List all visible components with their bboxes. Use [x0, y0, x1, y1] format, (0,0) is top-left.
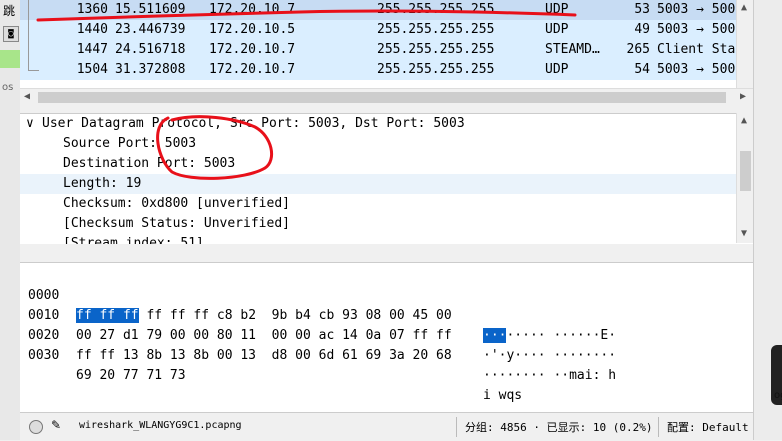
- detail-field-text: Destination Port: 5003: [63, 156, 236, 171]
- detail-field-text: [Stream index: 51]: [63, 236, 204, 244]
- right-strip-text: og: [774, 390, 782, 401]
- status-indicator-icon[interactable]: [29, 420, 43, 434]
- packet-number: 1440: [76, 22, 108, 37]
- packet-stats: 分组: 4856 · 已显示: 10 (0.2%): [465, 421, 653, 434]
- window-button[interactable]: ◙: [3, 26, 19, 42]
- packet-bytes-pane: 0000 ff ff ff ff ff ff c8 b2 9b b4 cb 93…: [20, 262, 753, 413]
- detail-field-text: [Checksum Status: Unverified]: [63, 216, 290, 231]
- packet-list-horizontal-scrollbar[interactable]: ◀ ▶: [20, 88, 753, 106]
- packet-time: 23.446739: [115, 22, 186, 37]
- detail-field-checksum[interactable]: Checksum: 0xd800 [unverified]: [20, 194, 753, 214]
- detail-field-text: Length: 19: [63, 176, 142, 191]
- left-window-strip: 跳 ◙ os: [0, 0, 20, 440]
- packet-destination: 255.255.255.255: [377, 2, 495, 17]
- detail-field-stream-index[interactable]: [Stream index: 51]: [20, 234, 753, 244]
- packet-time: 15.511609: [115, 2, 186, 17]
- status-divider: [658, 417, 659, 437]
- packet-source: 172.20.10.7: [209, 42, 296, 57]
- packet-row[interactable]: 1440 23.446739 172.20.10.5 255.255.255.2…: [20, 20, 753, 40]
- detail-field-checksum-status[interactable]: [Checksum Status: Unverified]: [20, 214, 753, 234]
- packet-protocol: STEAMD…: [545, 42, 600, 57]
- packet-row[interactable]: 1504 31.372808 172.20.10.7 255.255.255.2…: [20, 60, 753, 80]
- scroll-down-icon[interactable]: ▼: [741, 228, 747, 239]
- status-bar: ✎ wireshark_WLANGYG9C1.pcapng 分组: 4856 ·…: [20, 412, 753, 441]
- packet-destination: 255.255.255.255: [377, 42, 495, 57]
- byte-offset: 0030: [28, 348, 60, 363]
- scroll-up-icon[interactable]: ▲: [741, 2, 747, 13]
- ascii-bytes: ········ ··mai: h: [483, 368, 617, 383]
- packet-row[interactable]: 1447 24.516718 172.20.10.7 255.255.255.2…: [20, 40, 753, 60]
- expand-icon[interactable]: ∨: [26, 114, 34, 134]
- packet-number: 1360: [76, 2, 108, 17]
- details-vertical-scrollbar[interactable]: ▲ ▼: [736, 113, 754, 243]
- bytes-row[interactable]: 0010 00 27 d1 79 00 00 80 11 00 00 ac 14…: [20, 286, 753, 363]
- packet-number: 1447: [76, 42, 108, 57]
- packet-protocol: UDP: [545, 2, 569, 17]
- packet-destination: 255.255.255.255: [377, 22, 495, 37]
- packet-number: 1504: [76, 62, 108, 77]
- detail-field-source-port[interactable]: Source Port: 5003: [20, 134, 753, 154]
- packet-details-pane: ∨ User Datagram Protocol, Src Port: 5003…: [20, 113, 753, 244]
- window-glyph: 跳: [3, 4, 16, 18]
- detail-field-text: Source Port: 5003: [63, 136, 197, 151]
- udp-tree-header[interactable]: ∨ User Datagram Protocol, Src Port: 5003…: [20, 114, 753, 134]
- detail-field-destination-port[interactable]: Destination Port: 5003: [20, 154, 753, 174]
- udp-header-label: User Datagram Protocol, Src Port: 5003, …: [42, 116, 465, 131]
- capture-file-name: wireshark_WLANGYG9C1.pcapng: [79, 420, 242, 431]
- packet-protocol: UDP: [545, 22, 569, 37]
- hex-bytes: 69 20 77 71 73: [76, 368, 186, 383]
- bytes-row[interactable]: 0000 ff ff ff ff ff ff c8 b2 9b b4 cb 93…: [20, 266, 753, 343]
- packet-time: 24.516718: [115, 42, 186, 57]
- packet-source: 172.20.10.7: [209, 2, 296, 17]
- packet-length: 49: [634, 22, 650, 37]
- bytes-row[interactable]: 0030 69 20 77 71 73 i wqs: [20, 326, 753, 403]
- scroll-right-icon[interactable]: ▶: [740, 91, 746, 102]
- packet-protocol: UDP: [545, 62, 569, 77]
- scroll-up-icon[interactable]: ▲: [741, 115, 747, 126]
- packet-row[interactable]: 1360 15.511609 172.20.10.7 255.255.255.2…: [20, 0, 753, 20]
- packet-length: 265: [626, 42, 650, 57]
- packet-source: 172.20.10.5: [209, 22, 296, 37]
- filter-bar-indicator: [0, 50, 20, 68]
- packet-time: 31.372808: [115, 62, 186, 77]
- scroll-left-icon[interactable]: ◀: [24, 91, 30, 102]
- left-strip-text: os: [2, 82, 14, 93]
- detail-field-text: Checksum: 0xd800 [unverified]: [63, 196, 290, 211]
- status-divider: [456, 417, 457, 437]
- profile-selector[interactable]: 配置: Default: [667, 419, 749, 435]
- capture-comment-icon[interactable]: ✎: [51, 418, 61, 432]
- packet-destination: 255.255.255.255: [377, 62, 495, 77]
- packet-info: 5003 → 5003: [657, 22, 744, 37]
- packet-list: 1360 15.511609 172.20.10.7 255.255.255.2…: [20, 0, 753, 88]
- packet-length: 53: [634, 2, 650, 17]
- packet-info: 5003 → 5003: [657, 62, 744, 77]
- hex-bytes: ff ff 13 8b 13 8b 00 13 d8 00 6d 61 69 3…: [76, 348, 452, 363]
- ascii-bytes: i wqs: [483, 388, 523, 403]
- detail-field-length[interactable]: Length: 19: [20, 174, 753, 194]
- bytes-row[interactable]: 0020 ff ff 13 8b 13 8b 00 13 d8 00 6d 61…: [20, 306, 753, 383]
- packet-source: 172.20.10.7: [209, 62, 296, 77]
- scroll-thumb[interactable]: [38, 92, 726, 103]
- scroll-thumb[interactable]: [740, 151, 751, 191]
- ascii-bytes: ·'·y···· ········: [483, 348, 617, 363]
- packet-length: 54: [634, 62, 650, 77]
- packet-info: 5003 → 5003: [657, 2, 744, 17]
- right-window-strip: og: [753, 0, 782, 440]
